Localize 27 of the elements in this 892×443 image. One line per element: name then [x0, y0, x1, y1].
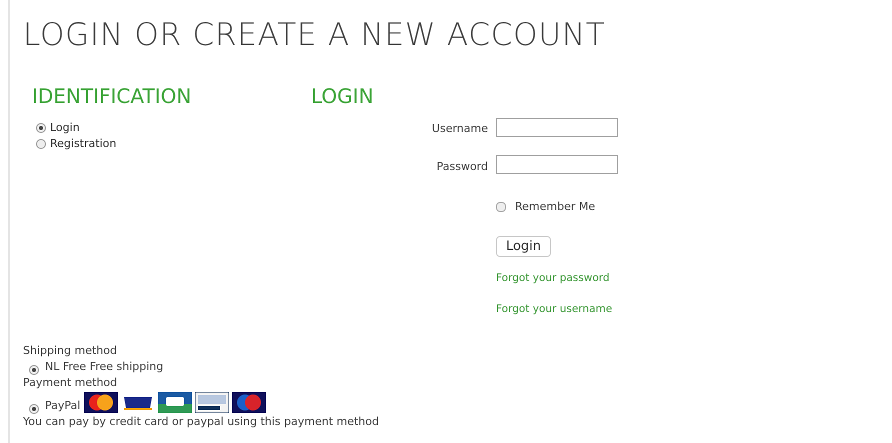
payment-note: You can pay by credit card or paypal using this payment method: [23, 414, 379, 430]
field-label: Password: [436, 158, 488, 174]
option-label: NL Free Free shipping: [45, 359, 164, 375]
link[interactable]: Forgot your password: [496, 271, 610, 287]
input-field[interactable]: [496, 155, 618, 174]
link[interactable]: Forgot your username: [496, 302, 612, 318]
section-heading: IDENTIFICATION: [32, 84, 192, 108]
section-label: Shipping method: [23, 343, 117, 359]
page-title: LOGIN OR CREATE A NEW ACCOUNT: [23, 16, 606, 54]
checkbox[interactable]: [496, 202, 506, 212]
radio-button[interactable]: [29, 365, 39, 375]
card-icon: [195, 392, 230, 413]
option-label: PayPal: [45, 398, 80, 414]
radio-button[interactable]: [29, 404, 39, 414]
section-label: Payment method: [23, 375, 118, 391]
login-button[interactable]: Login: [496, 236, 551, 257]
checkbox-label: Remember Me: [515, 199, 596, 215]
card-icon: [158, 392, 192, 413]
option-label: Registration: [50, 136, 116, 152]
option-label: Login: [50, 120, 80, 136]
card-icon: [232, 392, 266, 413]
radio-button[interactable]: [36, 123, 46, 133]
field-label: Username: [432, 121, 488, 137]
section-heading: LOGIN: [311, 84, 374, 108]
input-field[interactable]: [496, 118, 618, 137]
card-icon: [84, 392, 118, 413]
radio-button[interactable]: [36, 139, 46, 149]
